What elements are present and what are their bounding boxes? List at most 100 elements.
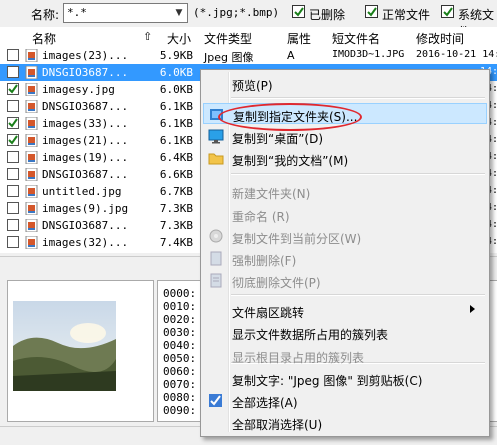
menu-item-label: 全部取消选择(U) [232,418,323,432]
file-name: DNSGIO3687... [42,219,129,232]
file-size: 7.3KB [159,202,193,215]
hex-offset: 0010: [163,300,197,313]
file-attr: A [287,49,295,62]
file-name: untitled.jpg [42,185,122,198]
menu-item-label: 彻底删除文件(P) [232,276,321,290]
file-checkbox[interactable] [7,66,19,78]
file-size: 6.4KB [159,151,193,164]
file-checkbox[interactable] [7,185,19,197]
menu-item[interactable]: 复制到“我的文档”(M) [203,148,487,169]
menu-item[interactable]: 复制到指定文件夹(S)... [203,103,487,124]
jpeg-file-icon [25,116,38,131]
file-size: 6.6KB [159,168,193,181]
extension-filter-text: (*.jpg;*.bmp) [193,6,280,19]
submenu-arrow-icon [470,305,475,313]
folder-icon [208,151,224,166]
hex-offset: 0090: [163,404,197,417]
column-name[interactable]: 名称 [32,30,56,47]
jpeg-file-icon [25,218,38,233]
name-filter-label: 名称: [31,8,60,22]
column-type[interactable]: 文件类型 [204,30,252,47]
menu-item[interactable]: 预览(P) [203,73,487,94]
file-checkbox[interactable] [7,168,19,180]
column-short-name[interactable]: 短文件名 [332,30,380,47]
erase-icon [208,273,224,288]
file-short-name: IMOD3D~1.JPG [332,49,405,60]
deleted-checkbox[interactable] [292,5,305,18]
file-checkbox[interactable] [7,236,19,248]
file-row[interactable]: images(23)... 5.9KB Jpeg 图像 A IMOD3D~1.JPG 20… [0,47,497,64]
filter-bar: 名称: ▼ (*.jpg;*.bmp) 已删除 正常文件 系统文件 [0,0,497,39]
file-type: Jpeg 图像 [204,51,254,64]
hex-offset: 0000: [163,287,197,300]
copy-folder-icon [209,107,225,122]
file-checkbox[interactable] [7,151,19,163]
menu-item-label: 复制文件到当前分区(W) [232,232,362,246]
menu-item-label: 重命名 (R) [232,210,290,224]
file-checkbox[interactable] [7,219,19,231]
check-icon [208,393,224,408]
hex-offset: 0080: [163,391,197,404]
menu-item-label: 复制文字: "Jpeg 图像" 到剪贴板(C) [232,374,423,388]
menu-separator [231,294,485,296]
name-filter-input[interactable] [64,4,170,20]
menu-separator [231,173,485,175]
menu-item-label: 预览(P) [232,79,273,93]
file-size: 7.4KB [159,236,193,249]
normal-files-label: 正常文件 [382,8,431,22]
menu-item[interactable]: 全部选择(A) [203,390,487,411]
menu-item[interactable]: 显示文件数据所占用的簇列表 [203,322,487,343]
file-checkbox[interactable] [7,49,19,61]
menu-item[interactable]: 复制到“桌面”(D) [203,126,487,147]
file-name: DNSGIO3687... [42,66,129,79]
menu-item: 强制删除(F) [203,248,487,269]
jpeg-file-icon [25,201,38,216]
disk-icon [208,229,224,244]
jpeg-file-icon [25,150,38,165]
file-size: 6.0KB [159,66,193,79]
normal-files-checkbox[interactable] [365,5,378,18]
delete-icon [208,251,224,266]
file-name: images(32)... [42,236,129,249]
hex-offset: 0070: [163,378,197,391]
menu-item: 新建文件夹(N) [203,181,487,202]
deleted-label: 已删除 [309,8,346,22]
file-name: images(19)... [42,151,129,164]
name-filter-combo[interactable]: ▼ [63,3,188,23]
hex-offset: 0050: [163,352,197,365]
image-preview-pane [7,280,154,422]
file-checkbox[interactable] [7,100,19,112]
file-checkbox[interactable] [7,83,19,95]
jpeg-file-icon [25,133,38,148]
file-list-header: 名称 ⇧ 大小 文件类型 属性 短文件名 修改时间 [0,27,497,48]
file-checkbox[interactable] [7,134,19,146]
system-files-checkbox[interactable] [441,5,454,18]
menu-item[interactable]: 复制文字: "Jpeg 图像" 到剪贴板(C) [203,368,487,389]
menu-item[interactable]: 文件扇区跳转 [203,300,487,321]
menu-item-label: 强制删除(F) [232,254,297,268]
hex-offset: 0020: [163,313,197,326]
file-size: 6.7KB [159,185,193,198]
menu-item-label: 显示根目录占用的簇列表 [232,351,365,365]
file-name: images(23)... [42,49,129,62]
menu-item[interactable]: 全部取消选择(U) [203,412,487,433]
file-checkbox[interactable] [7,117,19,129]
file-checkbox[interactable] [7,202,19,214]
column-attr[interactable]: 属性 [287,30,311,47]
file-name: DNSGIO3687... [42,168,129,181]
file-name: imagesy.jpg [42,83,115,96]
hex-offset: 0030: [163,326,197,339]
menu-item-label: 文件扇区跳转 [232,306,305,320]
preview-image [13,301,116,391]
chevron-down-icon[interactable]: ▼ [171,4,187,22]
column-size[interactable]: 大小 [167,30,191,47]
menu-item-label: 复制到“我的文档”(M) [232,154,349,168]
sort-ascending-icon[interactable]: ⇧ [143,30,152,43]
hex-offset: 0040: [163,339,197,352]
jpeg-file-icon [25,82,38,97]
column-modified[interactable]: 修改时间 [416,30,464,47]
menu-item-label: 显示文件数据所占用的簇列表 [232,328,389,342]
file-size: 6.1KB [159,117,193,130]
context-menu: 预览(P) 复制到指定文件夹(S)... 复制到“桌面”(D) 复制到“我的文档”(M… [200,69,490,437]
menu-item-label: 复制到“桌面”(D) [232,132,324,146]
